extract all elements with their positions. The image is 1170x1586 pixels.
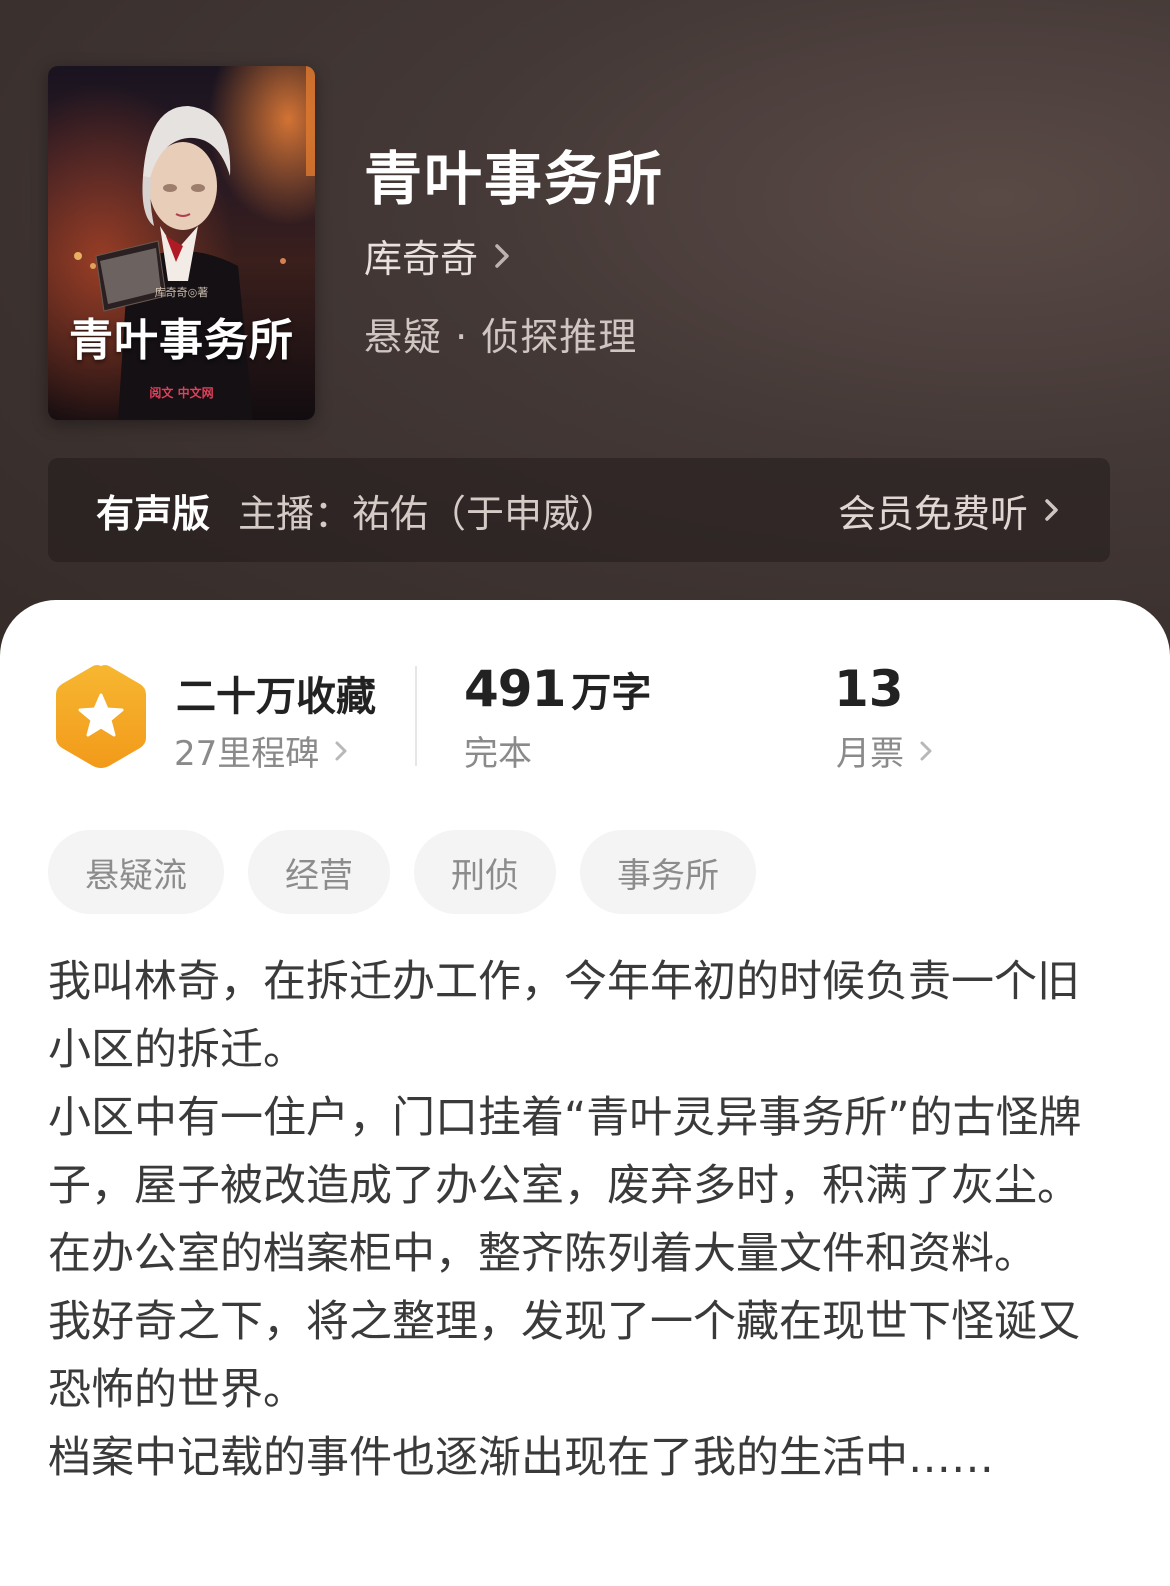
word-count: 491 万字	[464, 660, 651, 718]
monthly-ticket-label: 月票	[836, 734, 904, 774]
synopsis-paragraph: 我好奇之下，将之整理，发现了一个藏在现世下怪诞又恐怖的世界。	[48, 1297, 1080, 1415]
listen-free-label: 会员免费听	[837, 491, 1028, 536]
tag-list: 悬疑流 经营 刑侦 事务所	[48, 830, 756, 914]
milestone-label: 27里程碑	[174, 734, 320, 774]
monthly-ticket-count: 13	[834, 660, 904, 718]
collection-count: 二十万收藏	[176, 674, 376, 720]
cover-publisher-logo: 阅文 中文网	[149, 386, 214, 400]
book-synopsis[interactable]: 我叫林奇，在拆迁办工作，今年年初的时候负责一个旧小区的拆迁。 小区中有一住户，门…	[48, 948, 1108, 1492]
tag-chip[interactable]: 悬疑流	[48, 830, 224, 914]
chevron-right-icon	[920, 741, 932, 760]
chevron-right-icon	[495, 243, 509, 268]
cover-author-line: 库奇奇◎著	[154, 286, 209, 299]
chevron-right-icon	[1045, 499, 1058, 521]
book-detail-sheet: 二十万收藏 27里程碑 491 万字 完本 13 月票 悬疑流 经营 刑侦 事务…	[0, 600, 1170, 1586]
audio-version-label: 有声版	[96, 491, 211, 536]
milestone-link[interactable]: 27里程碑	[174, 726, 349, 775]
monthly-ticket-link[interactable]: 月票	[836, 726, 934, 775]
stats-divider	[415, 666, 417, 766]
book-genre[interactable]: 悬疑 · 侦探推理	[364, 306, 637, 361]
word-count-number: 491	[464, 660, 566, 718]
tag-chip[interactable]: 刑侦	[414, 830, 556, 914]
audio-version-bar[interactable]: 有声版 主播：祐佑（于申威） 会员免费听	[48, 458, 1110, 562]
synopsis-paragraph: 小区中有一住户，门口挂着“青叶灵异事务所”的古怪牌子，屋子被改造成了办公室，废弃…	[48, 1093, 1082, 1279]
word-count-unit: 万字	[571, 670, 652, 716]
book-cover[interactable]: 库奇奇◎著 青叶事务所 阅文 中文网	[48, 66, 315, 420]
chevron-right-icon	[335, 741, 347, 760]
star-badge-icon	[56, 665, 146, 768]
completion-label: 完本	[464, 734, 532, 774]
completion-status: 完本	[464, 726, 532, 775]
tag-chip[interactable]: 经营	[248, 830, 390, 914]
synopsis-paragraph: 档案中记载的事件也逐渐出现在了我的生活中……	[48, 1433, 994, 1483]
cover-title: 青叶事务所	[69, 315, 294, 366]
listen-free-button[interactable]: 会员免费听	[838, 483, 1062, 538]
book-header: 库奇奇◎著 青叶事务所 阅文 中文网 青叶事务所 库奇奇 悬疑 · 侦探推理 有…	[0, 0, 1170, 660]
audio-host: 主播：祐佑（于申威）	[238, 491, 619, 536]
tag-chip[interactable]: 事务所	[580, 830, 756, 914]
author-name: 库奇奇	[364, 237, 479, 281]
book-stats: 二十万收藏 27里程碑 491 万字 完本 13 月票	[0, 600, 1170, 800]
synopsis-paragraph: 我叫林奇，在拆迁办工作，今年年初的时候负责一个旧小区的拆迁。	[48, 957, 1080, 1075]
book-title: 青叶事务所	[364, 145, 665, 213]
author-link[interactable]: 库奇奇	[364, 228, 514, 283]
